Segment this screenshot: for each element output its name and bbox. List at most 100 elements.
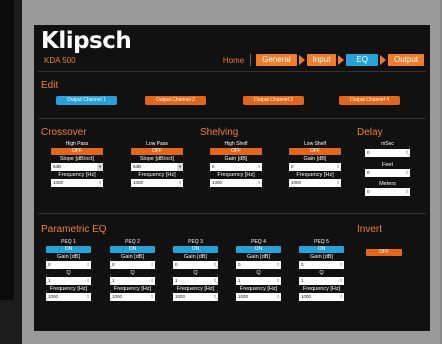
frequency-label: Frequency [Hz] <box>296 172 334 178</box>
frequency-label: Frequency [Hz] <box>217 172 255 178</box>
low-shelf-frequency-input[interactable]: 1000 ⇕ <box>289 179 341 187</box>
spinner-icon[interactable]: ⇕ <box>405 169 409 177</box>
peq-q-input[interactable]: 1 ⇕ <box>46 277 91 285</box>
spinner-icon[interactable]: ⇕ <box>405 149 409 157</box>
frequency-value: 1000 <box>133 180 144 185</box>
spinner-icon[interactable]: ⇕ <box>257 179 261 187</box>
output-channel-2-button[interactable]: Output Channel 2 <box>145 96 206 105</box>
frequency-value: 1000 <box>48 294 59 299</box>
peq-frequency-input[interactable]: 1000 ⇕ <box>173 293 218 301</box>
peq-toggle[interactable]: ON <box>110 246 155 253</box>
peq-toggle[interactable]: ON <box>236 246 281 253</box>
q-label: Q <box>319 270 324 276</box>
spinner-icon[interactable]: ⇕ <box>336 163 340 171</box>
peq-q-input[interactable]: 1 ⇕ <box>299 277 344 285</box>
gain-value: 0 <box>48 262 51 267</box>
frequency-label: Frequency [Hz] <box>113 286 152 292</box>
spinner-icon[interactable]: ⇕ <box>405 188 409 196</box>
low-pass-label: Low Pass <box>146 141 168 147</box>
output-channel-1-button[interactable]: Output Channel 1 <box>56 96 117 105</box>
feet-label: Feet <box>381 162 393 168</box>
low-shelf-toggle[interactable]: OFF <box>289 148 341 155</box>
nav-tab-input[interactable]: Input <box>306 54 337 66</box>
frequency-label: Frequency [Hz] <box>302 286 341 292</box>
spinner-icon[interactable]: ⇕ <box>213 261 217 269</box>
low-pass-slope-select[interactable]: 6dB ▾ <box>131 163 183 171</box>
spinner-icon[interactable]: ⇕ <box>213 293 217 301</box>
slope-label: Slope [dB/oct] <box>59 156 95 162</box>
peq-toggle[interactable]: ON <box>173 246 218 253</box>
peq-q-input[interactable]: 1 ⇕ <box>173 277 218 285</box>
spinner-icon[interactable]: ⇕ <box>98 179 102 187</box>
high-pass-slope-select[interactable]: 6dB ▾ <box>51 163 103 171</box>
spinner-icon[interactable]: ⇕ <box>86 277 90 285</box>
feet-value: 0 <box>367 170 370 175</box>
section-title-parametric-eq: Parametric EQ <box>41 224 107 235</box>
peq-frequency-input[interactable]: 1000 ⇕ <box>236 293 281 301</box>
spinner-icon[interactable]: ⇕ <box>178 179 182 187</box>
output-channel-4-button[interactable]: Output Channel 4 <box>339 96 400 105</box>
frequency-value: 1000 <box>53 180 64 185</box>
gain-value: 0 <box>291 164 294 169</box>
peq-gain-input[interactable]: 0 ⇕ <box>110 261 155 269</box>
peq-gain-input[interactable]: 0 ⇕ <box>173 261 218 269</box>
spinner-icon[interactable]: ⇕ <box>339 277 343 285</box>
peq-gain-input[interactable]: 0 ⇕ <box>236 261 281 269</box>
peq-toggle[interactable]: ON <box>299 246 344 253</box>
high-shelf-frequency-input[interactable]: 1000 ⇕ <box>210 179 262 187</box>
gain-value: 0 <box>238 262 241 267</box>
high-shelf-group: High Shelf OFF Gain [dB] 0 ⇕ Frequency [H… <box>210 141 262 187</box>
peq-frequency-input[interactable]: 1000 ⇕ <box>299 293 344 301</box>
nav-home-link[interactable]: Home <box>223 56 244 65</box>
left-background-strip <box>0 0 22 344</box>
high-pass-toggle[interactable]: OFF <box>51 148 103 155</box>
delay-feet-input[interactable]: 0 ⇕ <box>365 169 410 177</box>
nav-tab-output[interactable]: Output <box>387 54 424 66</box>
output-channel-3-button[interactable]: Output Channel 3 <box>243 96 304 105</box>
peq-gain-input[interactable]: 0 ⇕ <box>299 261 344 269</box>
high-shelf-toggle[interactable]: OFF <box>210 148 262 155</box>
spinner-icon[interactable]: ⇕ <box>276 261 280 269</box>
spinner-icon[interactable]: ⇕ <box>86 293 90 301</box>
spinner-icon[interactable]: ⇕ <box>150 261 154 269</box>
spinner-icon[interactable]: ⇕ <box>339 293 343 301</box>
divider <box>38 213 426 214</box>
divider <box>38 118 426 119</box>
high-shelf-gain-input[interactable]: 0 ⇕ <box>210 163 262 171</box>
divider <box>38 71 426 72</box>
q-value: 1 <box>301 278 304 283</box>
high-shelf-label: High Shelf <box>224 141 248 147</box>
nav-tab-general[interactable]: General <box>256 54 297 66</box>
delay-msec-input[interactable]: 0 ⇕ <box>365 149 410 157</box>
spinner-icon[interactable]: ⇕ <box>276 293 280 301</box>
nav-tab-eq[interactable]: EQ <box>346 54 378 66</box>
spinner-icon[interactable]: ⇕ <box>86 261 90 269</box>
peq-gain-input[interactable]: 0 ⇕ <box>46 261 91 269</box>
peq-toggle[interactable]: ON <box>46 246 91 253</box>
high-pass-frequency-input[interactable]: 1000 ⇕ <box>51 179 103 187</box>
peq-frequency-input[interactable]: 1000 ⇕ <box>110 293 155 301</box>
section-title-invert: Invert <box>357 224 383 235</box>
low-pass-toggle[interactable]: OFF <box>131 148 183 155</box>
peq-label: PEQ 5 <box>314 239 329 245</box>
low-shelf-gain-input[interactable]: 0 ⇕ <box>289 163 341 171</box>
q-value: 1 <box>238 278 241 283</box>
low-shelf-label: Low Shelf <box>304 141 326 147</box>
invert-toggle[interactable]: OFF <box>366 249 402 256</box>
peq-label: PEQ 3 <box>188 239 203 245</box>
spinner-icon[interactable]: ⇕ <box>276 277 280 285</box>
spinner-icon[interactable]: ⇕ <box>339 261 343 269</box>
spinner-icon[interactable]: ⇕ <box>150 293 154 301</box>
gain-label: Gain [dB] <box>224 156 248 162</box>
spinner-icon[interactable]: ⇕ <box>257 163 261 171</box>
spinner-icon[interactable]: ⇕ <box>213 277 217 285</box>
brand-logo: Klipsch <box>41 28 132 54</box>
low-pass-frequency-input[interactable]: 1000 ⇕ <box>131 179 183 187</box>
peq-q-input[interactable]: 1 ⇕ <box>110 277 155 285</box>
delay-meters-input[interactable]: 0 ⇕ <box>365 188 410 196</box>
peq-frequency-input[interactable]: 1000 ⇕ <box>46 293 91 301</box>
spinner-icon[interactable]: ⇕ <box>336 179 340 187</box>
q-label: Q <box>256 270 261 276</box>
peq-q-input[interactable]: 1 ⇕ <box>236 277 281 285</box>
spinner-icon[interactable]: ⇕ <box>150 277 154 285</box>
